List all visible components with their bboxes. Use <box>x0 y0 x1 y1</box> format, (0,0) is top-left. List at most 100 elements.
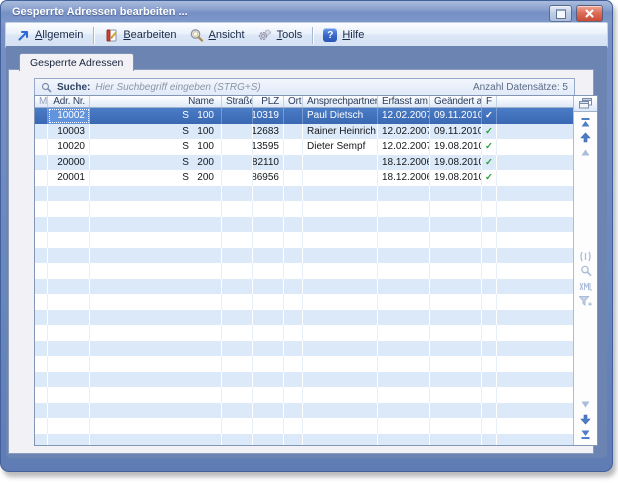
menu-item-allgemein[interactable]: Allgemein <box>10 26 90 45</box>
table-row[interactable]: 10020S 10013595Dieter Sempf12.02.200719.… <box>35 139 573 155</box>
table-cell <box>303 170 378 186</box>
table-row-empty[interactable] <box>35 434 573 447</box>
table-cell <box>253 325 284 341</box>
table-cell <box>90 356 222 372</box>
table-row-empty[interactable] <box>35 279 573 295</box>
close-button[interactable] <box>576 5 603 22</box>
column-header-F[interactable]: F <box>482 96 497 107</box>
menu-label: Ansicht <box>209 29 245 41</box>
column-header-PLZ[interactable]: PLZ <box>253 96 284 107</box>
table-cell <box>35 387 48 403</box>
table-cell <box>303 201 378 217</box>
table-cell <box>90 217 222 233</box>
table-row-empty[interactable] <box>35 294 573 310</box>
table-row-empty[interactable] <box>35 341 573 357</box>
table-cell <box>497 310 573 326</box>
table-cell <box>48 434 90 447</box>
title-bar[interactable]: Gesperrte Adressen bearbeiten ... <box>1 1 612 22</box>
table-cell <box>35 310 48 326</box>
table-row-empty[interactable] <box>35 310 573 326</box>
table-cell <box>284 248 303 264</box>
table-cell <box>303 387 378 403</box>
goto-first-row-button[interactable] <box>577 116 594 129</box>
table-cell: 18.12.2006 <box>378 155 430 171</box>
goto-last-row-button[interactable] <box>577 428 594 441</box>
table-row-empty[interactable] <box>35 325 573 341</box>
menu-item-hilfe[interactable]: ? Hilfe <box>317 26 371 45</box>
table-cell <box>497 217 573 233</box>
table-cell <box>284 139 303 155</box>
column-header-M[interactable]: M <box>35 96 48 107</box>
table-cell <box>378 310 430 326</box>
table-row[interactable]: 20000S 2008211018.12.200619.08.2010✓ <box>35 155 573 171</box>
table-row-empty[interactable] <box>35 217 573 233</box>
table-row[interactable]: 10003S 10012683Rainer Heinrich12.02.2007… <box>35 124 573 140</box>
table-cell: 12.02.2007 <box>378 139 430 155</box>
table-cell <box>253 248 284 264</box>
table-cell <box>482 310 497 326</box>
search-records-button[interactable] <box>577 265 594 278</box>
table-cell: S 100 <box>90 108 222 124</box>
table-cell <box>303 341 378 357</box>
table-cell <box>253 418 284 434</box>
menu-item-tools[interactable]: Tools <box>252 26 310 45</box>
menu-item-ansicht[interactable]: Ansicht <box>184 26 252 45</box>
table-cell <box>482 434 497 447</box>
table-row-empty[interactable] <box>35 387 573 403</box>
table-cell: 19.08.2010 <box>430 170 482 186</box>
table-row[interactable]: 20001S 2008695618.12.200619.08.2010✓ <box>35 170 573 186</box>
table-cell <box>90 201 222 217</box>
table-cell <box>222 170 253 186</box>
table-row-empty[interactable] <box>35 232 573 248</box>
restore-button[interactable] <box>549 5 572 22</box>
table-cell: S 100 <box>90 139 222 155</box>
table-cell <box>303 403 378 419</box>
table-row[interactable]: 10002S 10010319Paul Dietsch12.02.200709.… <box>35 108 573 124</box>
column-header-Geändert am[interactable]: Geändert am <box>430 96 482 107</box>
previous-row-button[interactable] <box>577 131 594 144</box>
arrow-up-right-icon <box>15 28 31 43</box>
table-cell <box>48 418 90 434</box>
table-cell <box>482 201 497 217</box>
table-row-empty[interactable] <box>35 263 573 279</box>
column-header-Ort[interactable]: Ort <box>284 96 303 107</box>
row-count-button[interactable] <box>577 250 594 263</box>
menu-item-bearbeiten[interactable]: Bearbeiten <box>98 26 183 45</box>
table-cell <box>222 403 253 419</box>
table-cell <box>303 263 378 279</box>
table-cell <box>497 170 573 186</box>
table-cell <box>482 341 497 357</box>
next-row-button[interactable] <box>577 413 594 426</box>
table-cell <box>430 232 482 248</box>
table-cell <box>284 341 303 357</box>
table-cell <box>48 248 90 264</box>
magnifier-icon <box>580 265 592 277</box>
column-header-Straße[interactable]: Straße <box>222 96 253 107</box>
table-row-empty[interactable] <box>35 201 573 217</box>
column-header-Name[interactable]: Name <box>90 96 222 107</box>
table-cell <box>48 387 90 403</box>
table-cell <box>90 418 222 434</box>
table-cell <box>284 201 303 217</box>
filter-button[interactable] <box>577 295 594 308</box>
triangle-down-icon <box>581 401 590 408</box>
table-row-empty[interactable] <box>35 418 573 434</box>
table-row-empty[interactable] <box>35 356 573 372</box>
table-row-empty[interactable] <box>35 248 573 264</box>
scroll-up-button[interactable] <box>577 146 594 159</box>
table-row-empty[interactable] <box>35 186 573 202</box>
table-cell <box>90 434 222 447</box>
column-chooser-button[interactable] <box>574 96 597 112</box>
column-header-Ansprechpartner[interactable]: Ansprechpartner <box>303 96 378 107</box>
scroll-down-button[interactable] <box>577 398 594 411</box>
table-row-empty[interactable] <box>35 372 573 388</box>
table-cell <box>497 139 573 155</box>
search-input[interactable]: Hier Suchbegriff eingeben (STRG+S) <box>95 82 473 93</box>
column-header-Adr. Nr.[interactable]: Adr. Nr. <box>48 96 90 107</box>
table-cell <box>284 263 303 279</box>
export-xml-button[interactable] <box>577 280 594 293</box>
table-row-empty[interactable] <box>35 403 573 419</box>
check-icon: ✓ <box>482 108 497 124</box>
column-header-Erfasst am[interactable]: Erfasst am <box>378 96 430 107</box>
tab-gesperrte-adressen[interactable]: Gesperrte Adressen <box>19 53 134 71</box>
